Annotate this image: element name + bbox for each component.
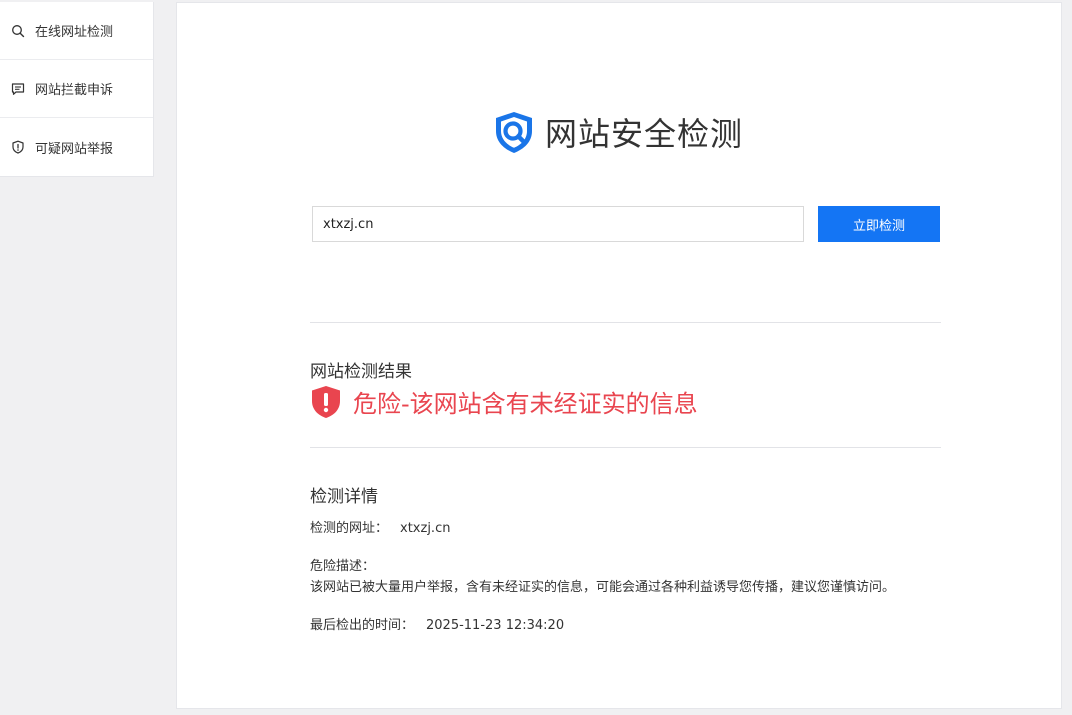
- site-logo: 网站安全检测: [491, 109, 743, 155]
- result-status: 危险-该网站含有未经证实的信息: [310, 384, 698, 419]
- details-section-title: 检测详情: [310, 487, 378, 507]
- sidebar-item-appeal[interactable]: 网站拦截申诉: [0, 60, 153, 118]
- sidebar: 在线网址检测 网站拦截申诉 可疑网站举报: [0, 2, 154, 177]
- main-panel: 网站安全检测 立即检测 网站检测结果 危险-该网站含有未经证实的信息 检测详情 …: [176, 2, 1062, 709]
- sidebar-item-label: 在线网址检测: [35, 25, 114, 40]
- detail-time-label: 最后检出的时间：: [310, 618, 415, 633]
- page-title: 网站安全检测: [545, 115, 744, 153]
- sidebar-item-label: 可疑网站举报: [35, 141, 114, 157]
- message-icon: [11, 82, 25, 96]
- search-icon: [11, 24, 25, 38]
- url-input[interactable]: [312, 206, 804, 242]
- detail-url-label: 检测的网址：: [310, 521, 389, 536]
- shield-alert-icon: [11, 140, 25, 154]
- detail-url-row: 检测的网址： xtxzj.cn: [310, 517, 450, 536]
- divider: [310, 322, 941, 323]
- sidebar-item-report[interactable]: 可疑网站举报: [0, 118, 153, 176]
- detail-risk-label: 危险描述：: [310, 559, 376, 574]
- detail-time-value: 2025-11-23 12:34:20: [426, 618, 565, 633]
- check-now-button[interactable]: 立即检测: [818, 206, 940, 242]
- divider: [310, 447, 941, 448]
- result-status-text: 危险-该网站含有未经证实的信息: [353, 390, 698, 418]
- danger-exclamation-icon: [310, 385, 342, 419]
- sidebar-item-url-check[interactable]: 在线网址检测: [0, 2, 153, 60]
- detail-time-row: 最后检出的时间： 2025-11-23 12:34:20: [310, 614, 564, 633]
- sidebar-item-label: 网站拦截申诉: [35, 83, 114, 98]
- detail-risk-description: 该网站已被大量用户举报，含有未经证实的信息，可能会通过各种利益诱导您传播，建议您…: [310, 580, 896, 595]
- result-section-title: 网站检测结果: [310, 362, 412, 382]
- detail-url-value: xtxzj.cn: [400, 521, 451, 536]
- shield-search-icon: [491, 109, 537, 155]
